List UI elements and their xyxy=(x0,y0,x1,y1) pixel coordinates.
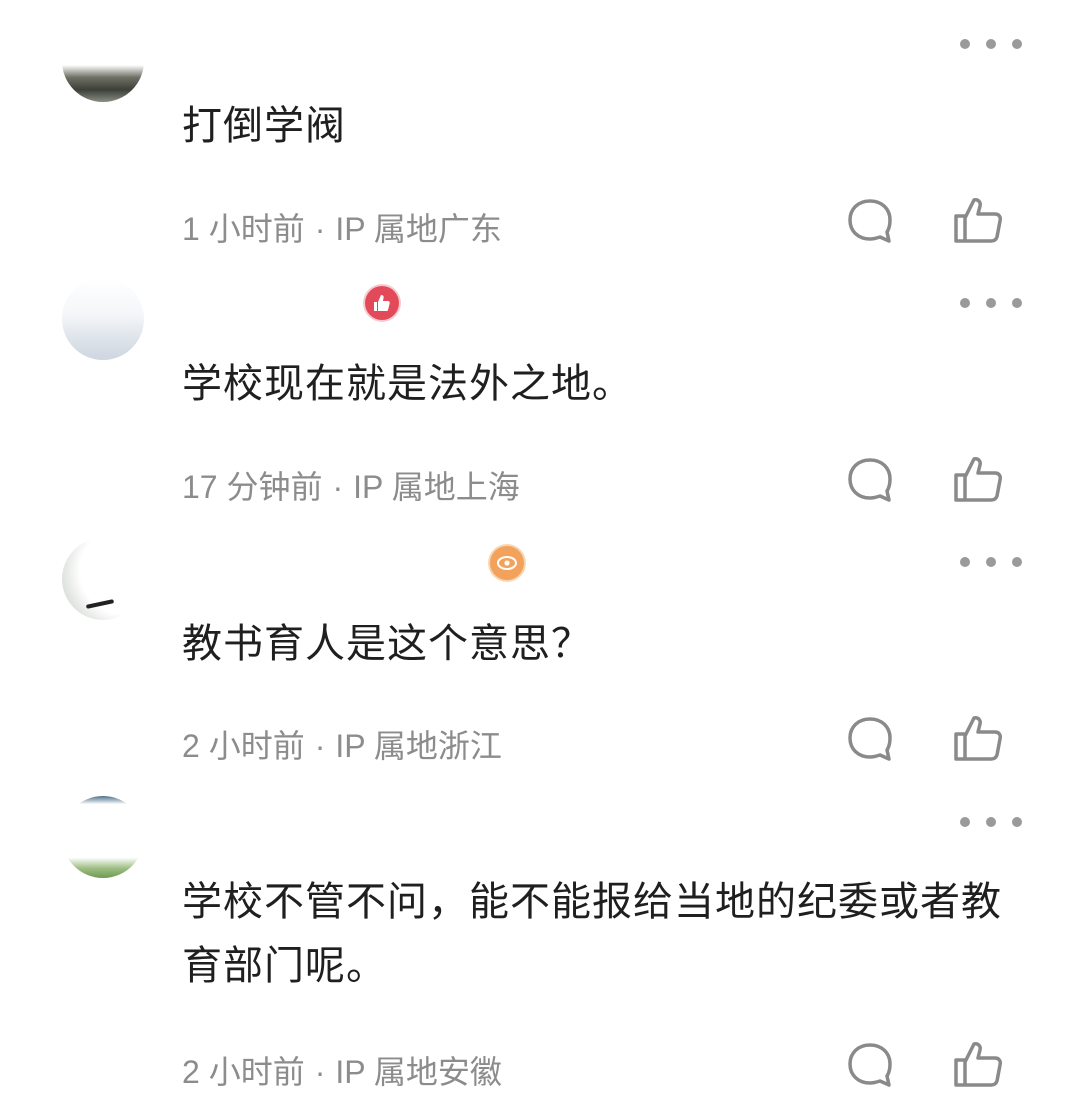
thumbs-up-icon[interactable] xyxy=(952,453,1004,505)
more-dot xyxy=(960,298,970,308)
meta-separator: · xyxy=(314,211,326,247)
comment-bubble-icon[interactable] xyxy=(846,715,894,763)
thumbs-up-icon[interactable] xyxy=(952,1038,1004,1090)
avatar[interactable] xyxy=(62,20,144,102)
more-dot xyxy=(1012,39,1022,49)
comment-meta: 2 小时前 · IP 属地浙江 xyxy=(182,721,502,767)
comment-text: 学校不管不问，能不能报给当地的纪委或者教育部门呢。 xyxy=(182,879,1002,989)
more-dot xyxy=(1012,817,1022,827)
avatar[interactable] xyxy=(62,538,144,620)
comment-meta: 2 小时前 · IP 属地安徽 xyxy=(182,1047,502,1093)
avatar[interactable] xyxy=(62,796,144,878)
more-dot xyxy=(960,557,970,567)
avatar[interactable] xyxy=(62,278,144,360)
more-dot xyxy=(960,817,970,827)
comment-location: IP 属地上海 xyxy=(353,469,520,505)
comment-time: 2 小时前 xyxy=(182,1054,305,1090)
avatar-mark xyxy=(85,599,115,609)
comment-bubble-icon[interactable] xyxy=(846,1041,894,1089)
comment-time: 1 小时前 xyxy=(182,211,305,247)
more-dot xyxy=(1012,298,1022,308)
comment-bubble-icon[interactable] xyxy=(846,197,894,245)
thumbs-up-icon[interactable] xyxy=(952,194,1004,246)
comment-meta: 1 小时前 · IP 属地广东 xyxy=(182,204,502,250)
comment-text: 学校现在就是法外之地。 xyxy=(182,361,633,407)
more-dot xyxy=(1012,557,1022,567)
comment-time: 17 分钟前 xyxy=(182,469,323,505)
thumbs-up-badge xyxy=(365,286,399,320)
more-dot xyxy=(986,39,996,49)
thumbs-up-badge-icon xyxy=(374,295,390,311)
thumbs-up-icon[interactable] xyxy=(952,712,1004,764)
comment-text: 教书育人是这个意思？ xyxy=(182,621,592,667)
meta-separator: · xyxy=(314,728,326,764)
more-dot xyxy=(960,39,970,49)
comment-meta: 17 分钟前 · IP 属地上海 xyxy=(182,462,520,508)
more-dot xyxy=(986,557,996,567)
meta-separator: · xyxy=(332,469,344,505)
comment-location: IP 属地广东 xyxy=(335,211,502,247)
comment-time: 2 小时前 xyxy=(182,728,305,764)
more-options-button[interactable] xyxy=(960,38,1022,50)
meta-separator: · xyxy=(314,1054,326,1090)
comment-location: IP 属地安徽 xyxy=(335,1054,502,1090)
comment-bubble-icon[interactable] xyxy=(846,456,894,504)
eye-badge xyxy=(490,546,524,580)
more-options-button[interactable] xyxy=(960,556,1022,568)
more-options-button[interactable] xyxy=(960,816,1022,828)
more-dot xyxy=(986,817,996,827)
more-dot xyxy=(986,298,996,308)
more-options-button[interactable] xyxy=(960,297,1022,309)
comment-location: IP 属地浙江 xyxy=(335,728,502,764)
eye-badge-icon xyxy=(497,556,517,570)
comment-text: 打倒学阀 xyxy=(182,103,346,149)
